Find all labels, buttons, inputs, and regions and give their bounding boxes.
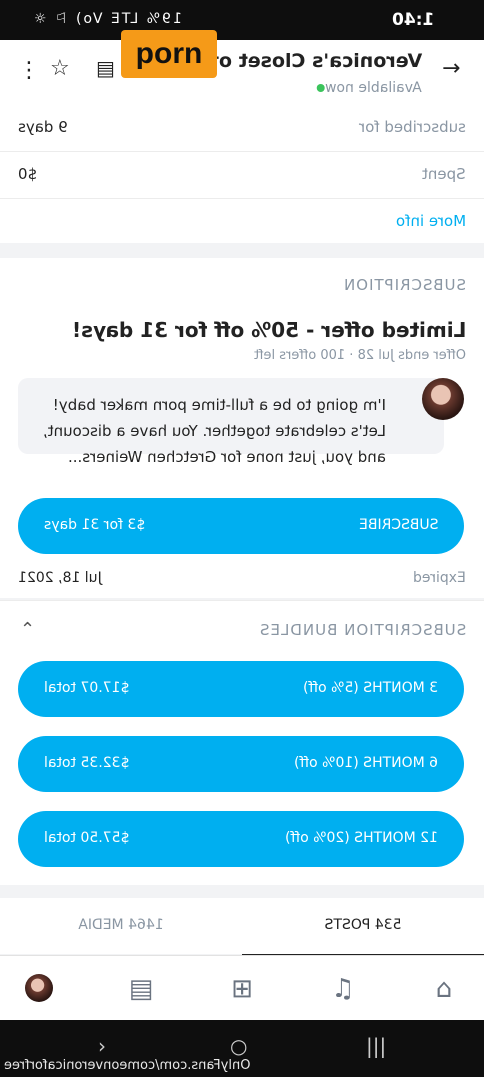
tab-media[interactable]: 1464 MEDIA xyxy=(0,898,242,954)
subscription-section: SUBSCRIPTION Limited offer - 50% off for… xyxy=(0,258,484,598)
bundle-label: 3 MONTHS (5% off) xyxy=(302,680,438,696)
subscribed-label: subscribed for xyxy=(359,118,466,136)
status-icons: 19% LTE Vo) ⚐ ☼ xyxy=(32,11,182,27)
system-nav-bar: › ○ ||| OnlyFans.com/comeonveronicaforfr… xyxy=(0,1020,484,1077)
spent-row: $0 Spent xyxy=(0,152,484,199)
subscribe-label: SUBSCRIBE xyxy=(358,517,438,533)
home-nav-icon[interactable]: ○ xyxy=(230,1034,247,1058)
bundle-price: $17.07 total xyxy=(44,680,130,696)
offer-title: Limited offer - 50% off for 31 days! xyxy=(71,318,466,342)
bundle-price: $32.35 total xyxy=(44,755,130,771)
status-bar: 19% LTE Vo) ⚐ ☼ 1:40 xyxy=(0,0,484,40)
bundles-section: ⌃ SUBSCRIPTION BUNDLES 3 MONTHS (5% off)… xyxy=(0,600,484,885)
back-nav-icon[interactable]: › xyxy=(98,1034,106,1058)
profile-header: ⋮ ☆ ▤ Veronica's Closet of I Available n… xyxy=(0,40,484,106)
bundle-button-3-months[interactable]: 3 MONTHS (5% off) $17.07 total xyxy=(18,661,464,717)
availability-status: Available now xyxy=(311,80,422,96)
creator-message: I'm going to be a full-time porn maker b… xyxy=(18,378,444,466)
star-icon[interactable]: ☆ xyxy=(50,56,70,81)
creator-message-text: I'm going to be a full-time porn maker b… xyxy=(42,396,386,466)
bundle-button-6-months[interactable]: 6 MONTHS (10% off) $32.35 total xyxy=(18,736,464,792)
subscribe-button[interactable]: SUBSCRIBE $3 for 31 days xyxy=(18,498,464,554)
add-post-icon[interactable]: ⊞ xyxy=(227,974,257,1004)
back-arrow-icon[interactable]: → xyxy=(442,56,460,81)
profile-title: Veronica's Closet of I xyxy=(196,50,422,72)
collapse-chevron-icon[interactable]: ⌃ xyxy=(20,619,35,640)
content-tabs: 1464 MEDIA 534 POSTS xyxy=(0,898,484,956)
expired-label: Expired xyxy=(413,570,466,586)
spent-value: $0 xyxy=(18,165,38,183)
availability-label: Available now xyxy=(325,80,422,96)
tab-posts[interactable]: 534 POSTS xyxy=(242,898,484,956)
bundle-label: 6 MONTHS (10% off) xyxy=(293,755,438,771)
offer-meta: Offer ends Jul 28 · 100 offers left xyxy=(254,348,466,363)
expired-date: Jul 18, 2021 xyxy=(18,570,102,586)
bundle-price: $57.50 total xyxy=(44,830,130,846)
tab-media-label: 1464 MEDIA xyxy=(78,917,164,933)
bottom-nav: ▤ ⊞ ♫ ⌂ xyxy=(0,955,484,1021)
recents-nav-icon[interactable]: ||| xyxy=(366,1034,386,1058)
info-section: 9 days subscribed for $0 Spent More info xyxy=(0,105,484,243)
bundles-heading: SUBSCRIPTION BUNDLES xyxy=(258,621,466,639)
bundle-label: 12 MONTHS (20% off) xyxy=(285,830,438,846)
notifications-bell-icon[interactable]: ♫ xyxy=(328,974,358,1004)
tab-posts-label: 534 POSTS xyxy=(324,917,402,933)
subscribed-row: 9 days subscribed for xyxy=(0,105,484,152)
more-info-row[interactable]: More info xyxy=(0,199,484,245)
messages-icon[interactable]: ▤ xyxy=(126,974,156,1004)
spent-label: Spent xyxy=(422,165,466,183)
home-icon[interactable]: ⌂ xyxy=(429,974,459,1004)
profile-avatar-icon[interactable] xyxy=(25,974,53,1002)
subscribe-price: $3 for 31 days xyxy=(44,517,146,533)
subscribed-value: 9 days xyxy=(18,118,68,136)
subscription-heading: SUBSCRIPTION xyxy=(342,276,466,294)
watermark: OnlyFans.com/comeonveronicaforfree xyxy=(4,1058,251,1073)
status-time: 1:40 xyxy=(392,10,435,30)
more-icon[interactable]: ⋮ xyxy=(18,58,40,83)
creator-avatar[interactable] xyxy=(422,378,464,420)
list-icon[interactable]: ▤ xyxy=(96,56,115,80)
overlay-tag: porn xyxy=(121,30,217,78)
bundle-button-12-months[interactable]: 12 MONTHS (20% off) $57.50 total xyxy=(18,811,464,867)
more-info-link[interactable]: More info xyxy=(396,212,466,230)
